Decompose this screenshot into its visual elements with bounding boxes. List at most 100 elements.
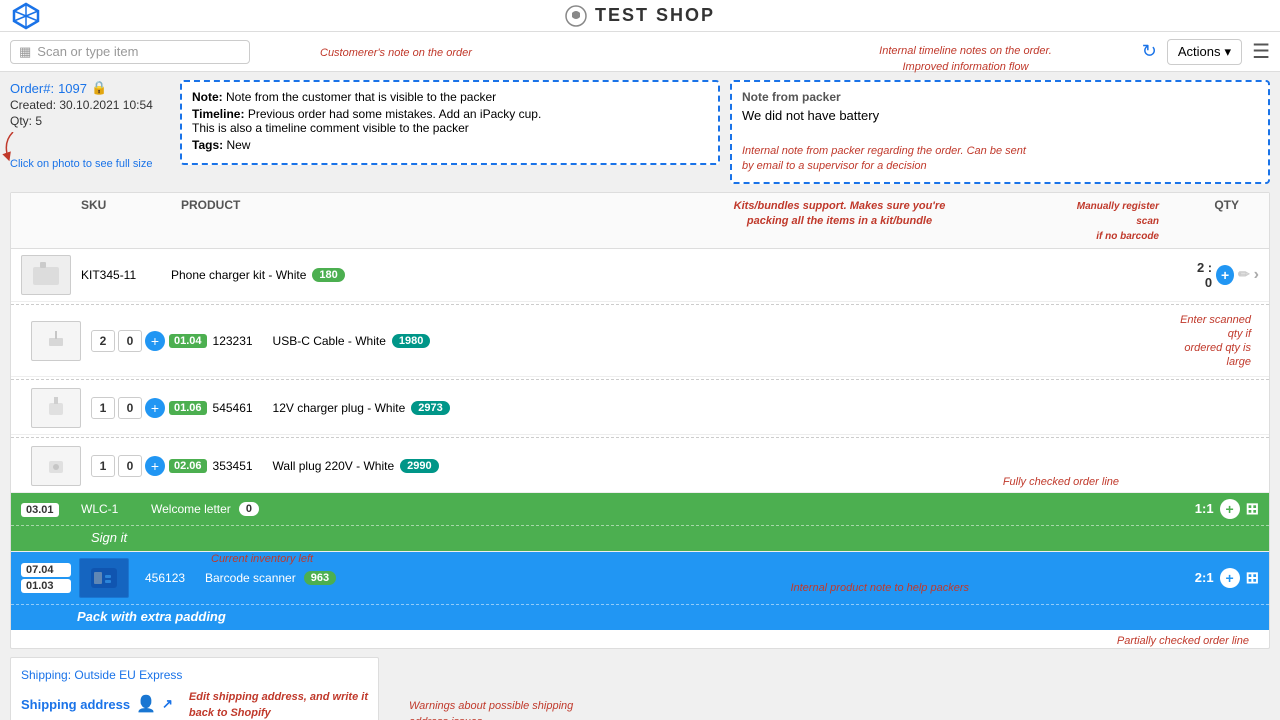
product-name-green: Welcome letter 0 <box>151 502 1195 516</box>
bin-location-green: 03.01 <box>21 501 71 516</box>
product-barcode-blue: 456123 <box>145 571 205 585</box>
product-image[interactable] <box>31 321 81 361</box>
note-row: Note: Note from the customer that is vis… <box>192 90 708 104</box>
order-created: Created: 30.10.2021 10:54 <box>10 98 170 112</box>
expand-icon-blue[interactable]: ⊞ <box>1246 568 1259 588</box>
green-row-note: Sign it <box>11 525 1269 551</box>
bottom-row: Shipping: Outside EU Express Shipping ad… <box>10 657 1270 720</box>
order-number-value: 1097 <box>58 81 87 96</box>
product-badge: 2990 <box>400 459 438 473</box>
qty-controls: 2 0 + <box>91 330 165 352</box>
product-badge-blue: 963 <box>304 571 336 585</box>
product-barcode: 353451 <box>213 459 273 473</box>
scan-placeholder: Scan or type item <box>37 44 138 59</box>
product-sku-green: WLC-1 <box>81 502 151 516</box>
product-badge: 180 <box>312 268 344 282</box>
timeline-row: Timeline: Previous order had some mistak… <box>192 107 708 135</box>
bin-location: 01.06 <box>169 401 207 415</box>
shop-title: TEST SHOP <box>565 5 715 27</box>
table-header: SKU PRODUCT Kits/bundles support. Makes … <box>11 193 1269 249</box>
scan-bar[interactable]: ▦ Scan or type item <box>10 40 250 64</box>
col-qty-header: QTY <box>1179 198 1259 243</box>
anno-warnings-shipping: Warnings about possible shipping address… <box>409 697 573 720</box>
actions-button[interactable]: Actions ▾ <box>1167 39 1242 65</box>
qty-blue: 2:1 + ⊞ <box>1195 568 1259 588</box>
product-barcode: 545461 <box>213 401 273 415</box>
menu-button[interactable]: ☰ <box>1252 39 1270 64</box>
shipping-section: Shipping: Outside EU Express Shipping ad… <box>10 657 379 720</box>
table-row: Bin location for fast picking and optima… <box>11 249 1269 302</box>
shop-name: TEST SHOP <box>595 5 715 26</box>
qty-remaining: 0 <box>118 330 142 352</box>
edit-icon[interactable]: ✏ <box>1238 266 1250 283</box>
shipping-method-value: Outside EU Express <box>74 668 182 682</box>
table-row-green: 03.01 WLC-1 Welcome letter 0 Current inv… <box>11 493 1269 552</box>
app-logo <box>12 2 40 30</box>
qty-green: 1:1 + ⊞ <box>1195 499 1259 519</box>
qty-remaining: 0 <box>118 455 142 477</box>
packer-note-box: Note from packer We did not have battery… <box>730 80 1270 184</box>
actions-label: Actions <box>1178 44 1221 59</box>
product-image[interactable] <box>31 388 81 428</box>
qty-controls: 1 0 + <box>91 455 165 477</box>
anno-partially-checked: Partially checked order line <box>11 630 1269 648</box>
product-sku: KIT345-11 <box>81 268 171 282</box>
col-sku-header: SKU <box>81 198 181 243</box>
order-number-label: Order#: <box>10 81 54 96</box>
main-content: Order#: 1097 🔒 Created: 30.10.2021 10:54… <box>0 72 1280 720</box>
green-note-text: Sign it <box>91 530 127 545</box>
product-image-blue[interactable] <box>79 558 129 598</box>
blue-row-note: Pack with extra padding Internal product… <box>11 604 1269 630</box>
qty-scanned: 1 <box>91 397 115 419</box>
qty-add-button[interactable]: + <box>1216 265 1234 285</box>
table-row: 2 0 + 01.04 123231 USB-C Cable - White 1… <box>11 307 1269 377</box>
qty-add-button[interactable]: + <box>145 456 165 476</box>
note-text: Note from the customer that is visible t… <box>226 90 496 104</box>
bin-location: 01.04 <box>169 334 207 348</box>
barcode-icon: ▦ <box>19 44 31 60</box>
tags-row: Tags: New <box>192 138 708 152</box>
qty-scanned: 2 <box>91 330 115 352</box>
timeline-text: Previous order had some mistakes. Add an… <box>192 107 541 135</box>
product-badge: 1980 <box>392 334 430 348</box>
chevron-icon[interactable]: › <box>1254 266 1259 284</box>
anno-click-photo-arrow <box>0 132 18 165</box>
qty-add-button[interactable]: + <box>145 331 165 351</box>
product-badge-green: 0 <box>239 502 259 516</box>
product-name: Wall plug 220V - White 2990 <box>273 459 1259 473</box>
lock-icon: 🔒 <box>91 80 107 96</box>
customer-note-box: Note: Note from the customer that is vis… <box>180 80 720 165</box>
qty-add-button[interactable]: + <box>145 398 165 418</box>
order-info-row: Order#: 1097 🔒 Created: 30.10.2021 10:54… <box>10 80 1270 184</box>
product-qty: 2 : 0 + ✏ › <box>1189 260 1259 290</box>
anno-timeline-note: Internal timeline notes on the order. Im… <box>879 42 1052 75</box>
product-table: SKU PRODUCT Kits/bundles support. Makes … <box>10 192 1270 649</box>
anno-customer-note: Customerer's note on the order <box>320 44 472 60</box>
refresh-button[interactable]: ↻ <box>1142 41 1157 62</box>
expand-icon[interactable]: ⊞ <box>1246 499 1259 519</box>
qty-remaining: 0 <box>118 397 142 419</box>
shop-icon <box>565 5 587 27</box>
shipping-address-title: Shipping address 👤 ↗ Edit shipping addre… <box>21 688 368 720</box>
product-image[interactable] <box>31 446 81 486</box>
anno-internal-note: Internal note from packer regarding the … <box>742 143 1258 174</box>
product-name: Phone charger kit - White 180 <box>171 268 680 282</box>
product-image[interactable] <box>21 255 71 295</box>
product-name: USB-C Cable - White 1980 <box>273 334 726 348</box>
bin-location: 02.06 <box>169 459 207 473</box>
person-icon: 👤 <box>136 694 156 714</box>
click-photo-label[interactable]: Click on photo to see full size <box>10 158 170 170</box>
qty-add-green[interactable]: + <box>1220 499 1240 519</box>
product-name-blue: Barcode scanner 963 <box>205 571 1195 585</box>
col-img-header <box>21 198 81 243</box>
qty-add-blue[interactable]: + <box>1220 568 1240 588</box>
product-badge: 2973 <box>411 401 449 415</box>
arrow-icon: ↗ <box>162 696 173 712</box>
topbar: ▦ Scan or type item Customerer's note on… <box>0 32 1280 72</box>
table-row-blue: 07.04 01.03 456123 Barcode scanner 963 2… <box>11 552 1269 630</box>
tags-value: New <box>226 138 250 152</box>
anno-fully-checked: Fully checked order line <box>1003 473 1119 489</box>
order-number: Order#: 1097 🔒 <box>10 80 170 96</box>
table-row: 1 0 + 01.06 545461 12V charger plug - Wh… <box>11 382 1269 435</box>
anno-manually: Manually register scan if no barcode <box>1059 198 1179 243</box>
